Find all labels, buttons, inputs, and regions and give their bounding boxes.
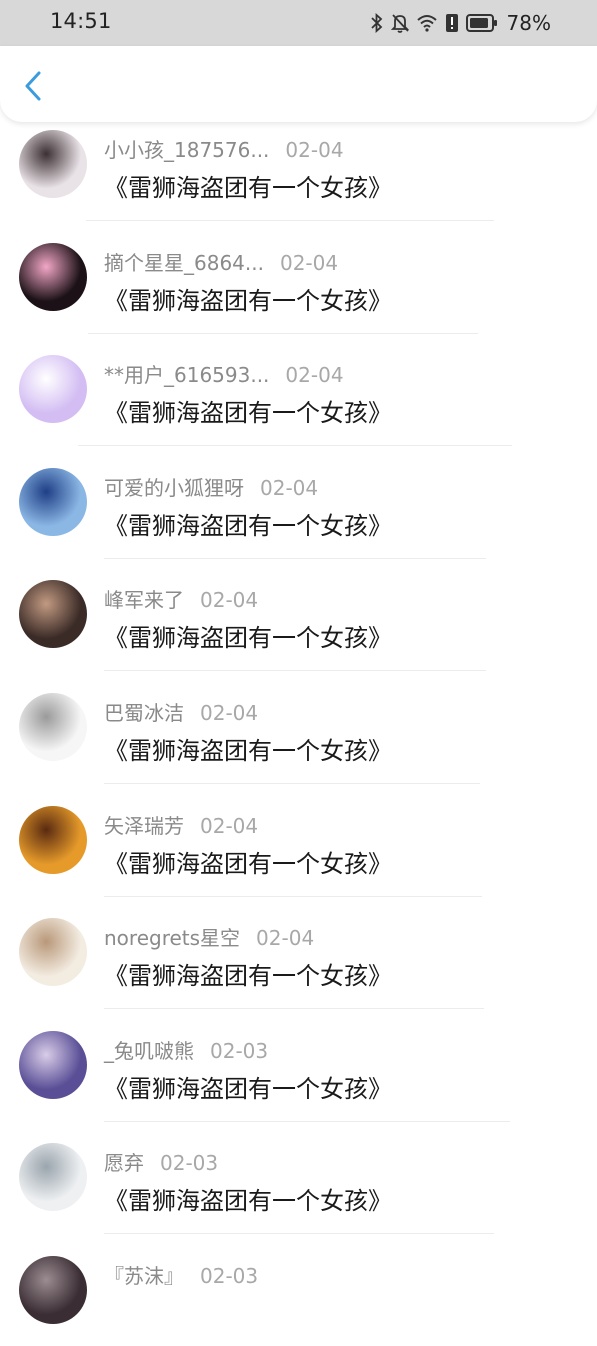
username[interactable]: 巴蜀冰洁: [104, 701, 184, 725]
comment-date: 02-04: [279, 251, 339, 275]
comment-date: 02-04: [256, 926, 315, 950]
comment-item[interactable]: 小小孩_187576... 02-04 《雷狮海盗团有一个女孩》: [0, 108, 597, 221]
avatar[interactable]: [19, 355, 87, 423]
comment-item[interactable]: 愿弃 02-03 《雷狮海盗团有一个女孩》: [0, 1121, 597, 1234]
comment-meta: noregrets星空 02-04: [104, 922, 314, 951]
comment-meta: **用户_616593... 02-04: [104, 359, 344, 388]
back-button[interactable]: [16, 68, 50, 108]
username[interactable]: 『苏沫』: [104, 1264, 184, 1288]
comment-date: 02-03: [200, 1264, 259, 1288]
username[interactable]: 峰军来了: [104, 588, 184, 612]
comment-text: 《雷狮海盗团有一个女孩》: [104, 850, 392, 878]
comment-item[interactable]: 巴蜀冰洁 02-04 《雷狮海盗团有一个女孩》: [0, 671, 597, 784]
comment-date: 02-04: [200, 701, 259, 725]
username[interactable]: 摘个星星_6864...: [104, 251, 264, 275]
avatar[interactable]: [19, 468, 87, 536]
avatar[interactable]: [19, 130, 87, 198]
username[interactable]: 矢泽瑞芳: [104, 814, 184, 838]
username[interactable]: **用户_616593...: [104, 363, 269, 387]
comment-date: 02-03: [210, 1039, 269, 1063]
comment-meta: 可爱的小狐狸呀 02-04: [104, 472, 318, 501]
comment-text: 《雷狮海盗团有一个女孩》: [104, 737, 392, 765]
comment-date: 02-04: [200, 814, 259, 838]
avatar[interactable]: [19, 243, 87, 311]
comment-date: 02-04: [200, 588, 259, 612]
comment-meta: 巴蜀冰洁 02-04: [104, 697, 258, 726]
comment-item[interactable]: 可爱的小狐狸呀 02-04 《雷狮海盗团有一个女孩》: [0, 446, 597, 559]
comment-meta: 小小孩_187576... 02-04: [104, 134, 344, 163]
comment-list: 小小孩_187576... 02-04 《雷狮海盗团有一个女孩》 摘个星星_6864.…: [0, 0, 597, 1324]
comment-meta: 摘个星星_6864... 02-04: [104, 247, 338, 276]
comment-item[interactable]: 峰军来了 02-04 《雷狮海盗团有一个女孩》: [0, 558, 597, 671]
username[interactable]: 愿弃: [104, 1151, 144, 1175]
username[interactable]: 可爱的小狐狸呀: [104, 476, 244, 500]
comment-date: 02-04: [285, 363, 344, 387]
avatar[interactable]: [19, 918, 87, 986]
comment-item[interactable]: 矢泽瑞芳 02-04 《雷狮海盗团有一个女孩》: [0, 784, 597, 897]
avatar[interactable]: [19, 1256, 87, 1324]
comment-meta: _兔叽啵熊 02-03: [104, 1035, 268, 1064]
avatar[interactable]: [19, 1031, 87, 1099]
comment-date: 02-04: [260, 476, 319, 500]
username[interactable]: _兔叽啵熊: [104, 1039, 194, 1063]
comment-meta: 愿弃 02-03: [104, 1147, 218, 1176]
comment-item[interactable]: _兔叽啵熊 02-03 《雷狮海盗团有一个女孩》: [0, 1009, 597, 1122]
comment-text: 《雷狮海盗团有一个女孩》: [104, 399, 392, 427]
chevron-left-icon: [23, 70, 43, 106]
comment-item[interactable]: **用户_616593... 02-04 《雷狮海盗团有一个女孩》: [0, 333, 597, 446]
comment-text: 《雷狮海盗团有一个女孩》: [104, 1187, 392, 1215]
comment-text: 《雷狮海盗团有一个女孩》: [104, 962, 392, 990]
top-header: [0, 46, 597, 122]
comment-text: 《雷狮海盗团有一个女孩》: [104, 624, 392, 652]
comment-item[interactable]: 『苏沫』 02-03: [0, 1234, 597, 1346]
comment-text: 《雷狮海盗团有一个女孩》: [104, 1075, 392, 1103]
comment-date: 02-03: [160, 1151, 219, 1175]
avatar[interactable]: [19, 693, 87, 761]
comment-item[interactable]: 摘个星星_6864... 02-04 《雷狮海盗团有一个女孩》: [0, 221, 597, 334]
comment-meta: 『苏沫』 02-03: [104, 1260, 258, 1289]
avatar[interactable]: [19, 806, 87, 874]
comment-meta: 矢泽瑞芳 02-04: [104, 810, 258, 839]
comment-date: 02-04: [285, 138, 344, 162]
username[interactable]: 小小孩_187576...: [104, 138, 269, 162]
comment-text: 《雷狮海盗团有一个女孩》: [104, 512, 392, 540]
comment-text: 《雷狮海盗团有一个女孩》: [104, 287, 392, 315]
avatar[interactable]: [19, 1143, 87, 1211]
username[interactable]: noregrets星空: [104, 926, 240, 950]
comment-meta: 峰军来了 02-04: [104, 584, 258, 613]
comment-text: 《雷狮海盗团有一个女孩》: [104, 174, 392, 202]
comment-item[interactable]: noregrets星空 02-04 《雷狮海盗团有一个女孩》: [0, 896, 597, 1009]
avatar[interactable]: [19, 580, 87, 648]
